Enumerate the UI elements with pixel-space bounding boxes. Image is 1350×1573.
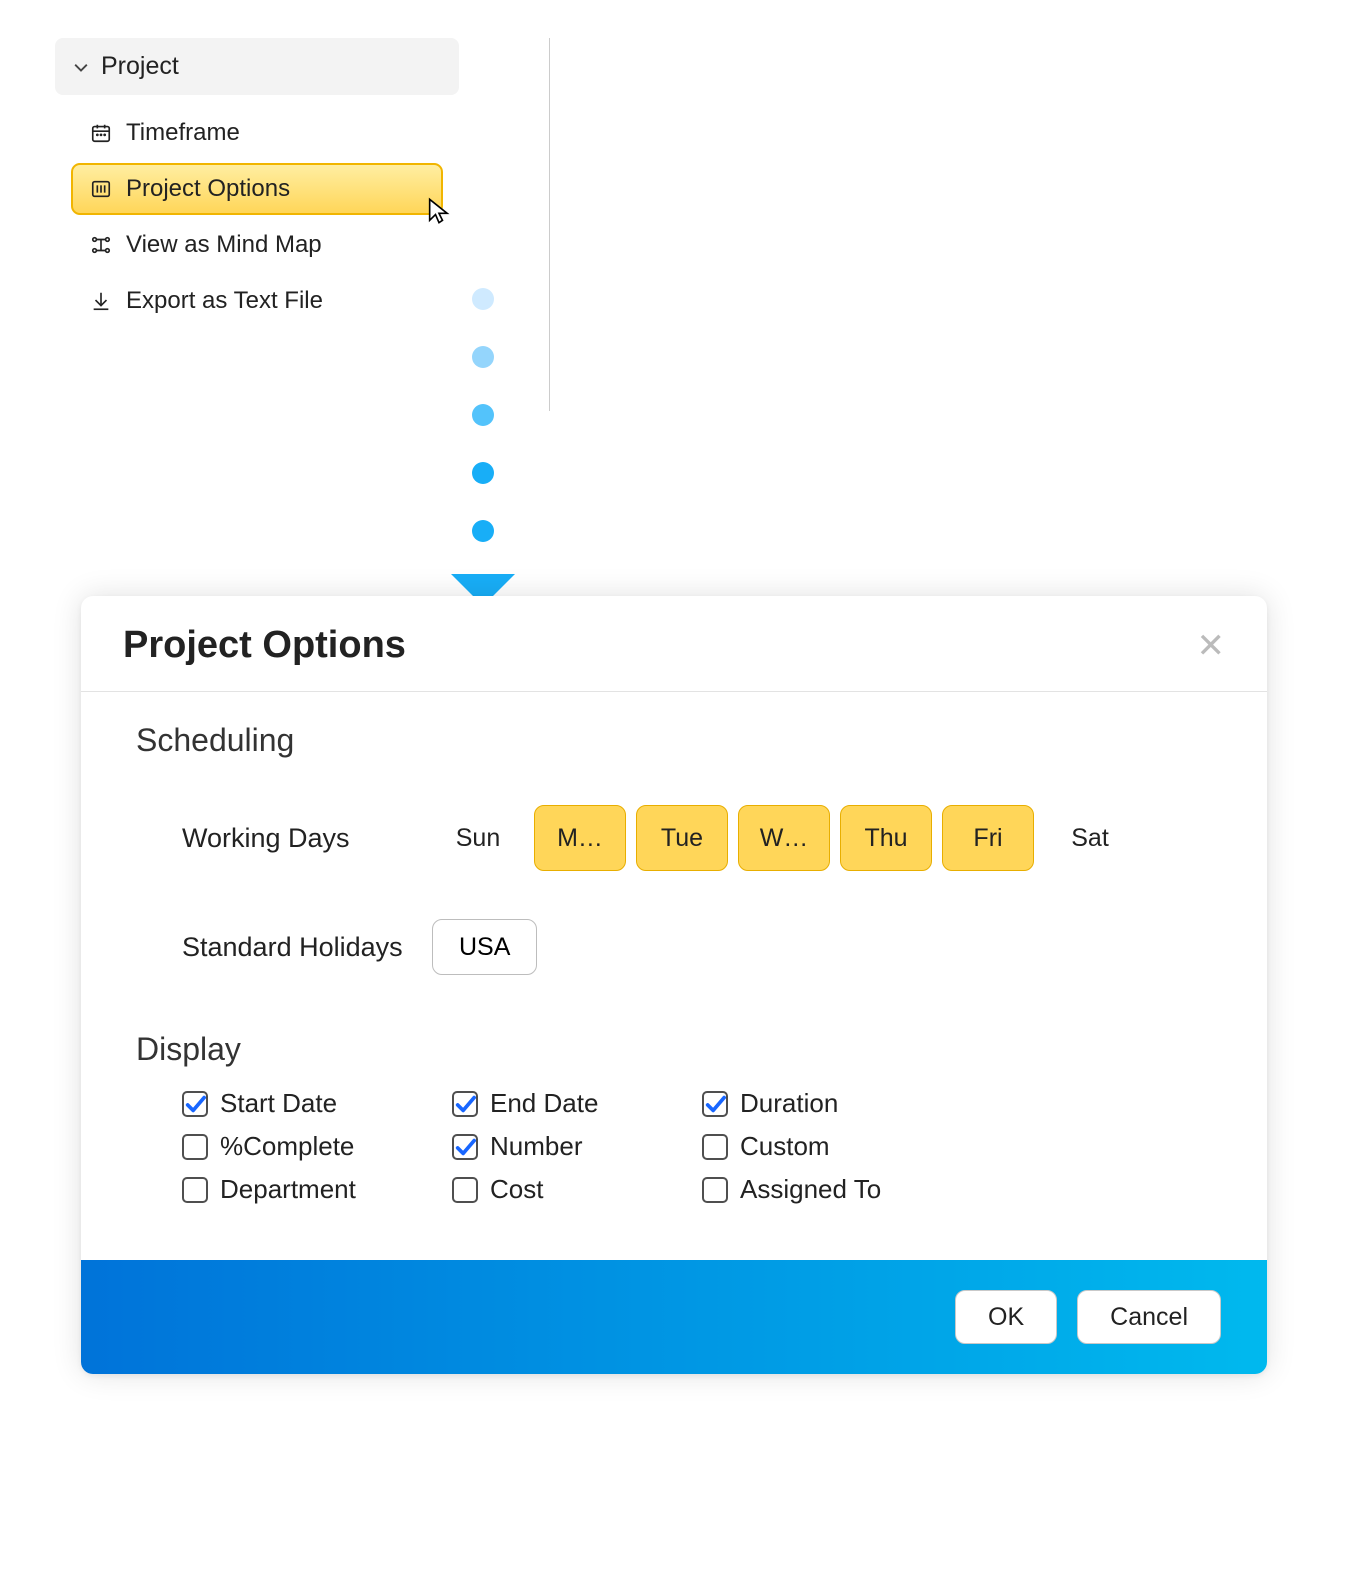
menu-item-label: View as Mind Map	[126, 231, 322, 259]
close-icon[interactable]: ✕	[1197, 629, 1226, 663]
holiday-value: USA	[459, 933, 510, 962]
check-number[interactable]: Number	[452, 1131, 692, 1162]
check-duration[interactable]: Duration	[702, 1088, 962, 1119]
ok-button[interactable]: OK	[955, 1290, 1057, 1344]
check-label: Start Date	[220, 1088, 337, 1119]
menu-item-project-options[interactable]: Project Options	[71, 163, 443, 215]
check-assigned-to[interactable]: Assigned To	[702, 1174, 962, 1205]
checkbox-icon	[702, 1177, 728, 1203]
check-label: Assigned To	[740, 1174, 881, 1205]
holiday-select[interactable]: USA	[432, 919, 537, 975]
check-label: Custom	[740, 1131, 830, 1162]
day-wed[interactable]: W…	[738, 805, 830, 871]
mindmap-icon	[88, 232, 114, 258]
check-percent-complete[interactable]: %Complete	[182, 1131, 442, 1162]
display-checks-grid: Start Date End Date Duration %Complete N…	[136, 1088, 1212, 1205]
checkbox-icon	[182, 1134, 208, 1160]
check-department[interactable]: Department	[182, 1174, 442, 1205]
check-custom[interactable]: Custom	[702, 1131, 962, 1162]
menu-item-timeframe[interactable]: Timeframe	[71, 107, 443, 159]
checkbox-icon	[182, 1091, 208, 1117]
day-sun[interactable]: Sun	[432, 805, 524, 871]
dialog-footer: OK Cancel	[81, 1260, 1267, 1374]
menu-item-view-mind-map[interactable]: View as Mind Map	[71, 219, 443, 271]
check-start-date[interactable]: Start Date	[182, 1088, 442, 1119]
calendar-icon	[88, 120, 114, 146]
day-tue[interactable]: Tue	[636, 805, 728, 871]
section-title-scheduling: Scheduling	[136, 722, 1212, 759]
trail-dot	[472, 404, 494, 426]
day-thu[interactable]: Thu	[840, 805, 932, 871]
cancel-button[interactable]: Cancel	[1077, 1290, 1221, 1344]
download-icon	[88, 288, 114, 314]
check-end-date[interactable]: End Date	[452, 1088, 692, 1119]
trail-dot	[472, 288, 494, 310]
checkbox-icon	[702, 1091, 728, 1117]
check-label: Duration	[740, 1088, 838, 1119]
menu-header-label: Project	[101, 52, 179, 81]
project-options-dialog: Project Options ✕ Scheduling Working Day…	[81, 596, 1267, 1374]
row-working-days: Working Days Sun M… Tue W… Thu Fri Sat	[136, 805, 1212, 871]
section-title-display: Display	[136, 1031, 1212, 1068]
checkbox-icon	[702, 1134, 728, 1160]
check-label: Cost	[490, 1174, 543, 1205]
arrow-trail	[453, 270, 513, 606]
checkbox-icon	[452, 1134, 478, 1160]
check-cost[interactable]: Cost	[452, 1174, 692, 1205]
checkbox-icon	[182, 1177, 208, 1203]
working-days-group: Sun M… Tue W… Thu Fri Sat	[432, 805, 1136, 871]
chevron-down-icon	[73, 59, 89, 75]
menu-item-label: Timeframe	[126, 119, 240, 147]
menu-item-export-text[interactable]: Export as Text File	[71, 275, 443, 327]
check-label: End Date	[490, 1088, 598, 1119]
standard-holidays-label: Standard Holidays	[182, 932, 432, 963]
dialog-title: Project Options	[123, 624, 406, 667]
day-sat[interactable]: Sat	[1044, 805, 1136, 871]
menu-item-label: Project Options	[126, 175, 290, 203]
checkbox-icon	[452, 1091, 478, 1117]
check-label: %Complete	[220, 1131, 354, 1162]
trail-dot	[472, 346, 494, 368]
day-mon[interactable]: M…	[534, 805, 626, 871]
menu-item-label: Export as Text File	[126, 287, 323, 315]
options-icon	[88, 176, 114, 202]
working-days-label: Working Days	[182, 823, 432, 854]
dialog-body: Scheduling Working Days Sun M… Tue W… Th…	[81, 692, 1267, 1260]
row-standard-holidays: Standard Holidays USA	[136, 919, 1212, 975]
trail-dot	[472, 520, 494, 542]
menu-header-project[interactable]: Project	[55, 38, 459, 95]
checkbox-icon	[452, 1177, 478, 1203]
dialog-header: Project Options ✕	[81, 596, 1267, 692]
day-fri[interactable]: Fri	[942, 805, 1034, 871]
check-label: Number	[490, 1131, 582, 1162]
check-label: Department	[220, 1174, 356, 1205]
trail-dot	[472, 462, 494, 484]
